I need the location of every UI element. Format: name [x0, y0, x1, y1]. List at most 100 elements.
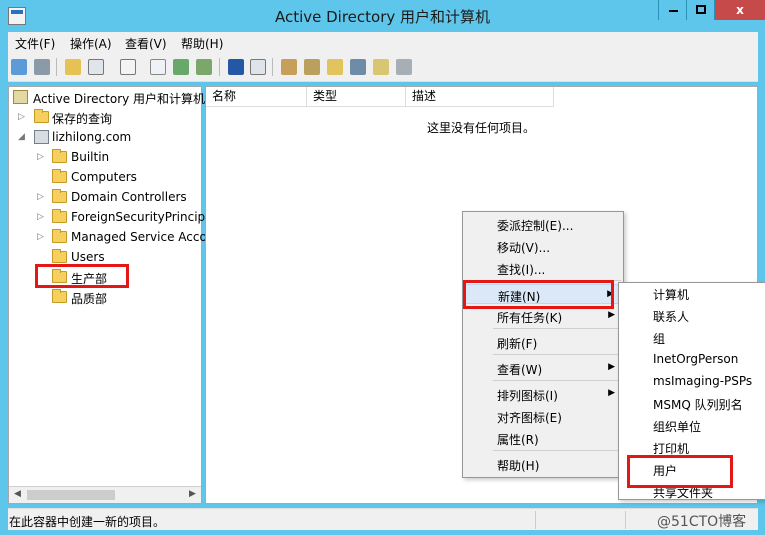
folder-icon	[52, 169, 67, 183]
submenu-item-computer[interactable]: 计算机	[653, 286, 689, 306]
properties-icon[interactable]	[150, 59, 166, 75]
folder-icon	[52, 149, 67, 163]
submenu-item-printer[interactable]: 打印机	[653, 440, 689, 460]
toolbar-separator	[219, 58, 220, 76]
submenu-arrow-icon: ▶	[608, 388, 615, 398]
submenu-item-contact[interactable]: 联系人	[653, 308, 689, 328]
menu-item-delegate[interactable]: 委派控制(E)...	[463, 214, 623, 234]
close-button[interactable]: x	[714, 0, 765, 20]
scroll-thumb[interactable]	[27, 490, 115, 500]
title-bar: Active Directory 用户和计算机 x	[0, 0, 765, 32]
show-tree-icon[interactable]	[88, 59, 104, 75]
folder-icon	[52, 209, 67, 223]
menu-item-all-tasks[interactable]: 所有任务(K) ▶	[463, 306, 623, 326]
menu-item-help[interactable]: 帮助(H)	[463, 454, 623, 474]
expand-icon[interactable]: ▷	[37, 152, 45, 162]
menu-item-new[interactable]: 新建(N) ▶	[463, 284, 623, 304]
menu-separator	[493, 328, 621, 329]
submenu-item-inetorgperson[interactable]: InetOrgPerson	[653, 352, 738, 372]
menu-separator	[493, 280, 621, 281]
column-header-type[interactable]: 类型	[307, 87, 406, 107]
watermark: @51CTO博客	[657, 514, 747, 530]
submenu-item-ou[interactable]: 组织单位	[653, 418, 701, 438]
window-title: Active Directory 用户和计算机	[274, 8, 491, 26]
close-icon: x	[736, 3, 744, 17]
export-icon[interactable]	[196, 59, 212, 75]
new-user-icon[interactable]	[281, 59, 297, 75]
tree-label: Builtin	[71, 150, 110, 164]
folder-icon	[34, 109, 49, 123]
tree-label: Active Directory 用户和计算机	[33, 92, 206, 106]
help-icon[interactable]	[228, 59, 244, 75]
menu-separator	[493, 450, 621, 451]
menu-view[interactable]: 查看(V)	[125, 35, 167, 52]
tree-label: 保存的查询	[52, 112, 113, 126]
expand-icon[interactable]: ▷	[37, 232, 45, 242]
tree-pane: Active Directory 用户和计算机 ▷ 保存的查询 ◢ lizhil…	[8, 86, 213, 504]
new-group-icon[interactable]	[304, 59, 320, 75]
toolbar-separator	[272, 58, 273, 76]
column-header-description[interactable]: 描述	[406, 87, 554, 107]
column-header-name[interactable]: 名称	[206, 87, 307, 107]
forward-icon[interactable]	[34, 59, 50, 75]
status-segment	[535, 511, 625, 529]
status-text: 在此容器中创建一新的项目。	[9, 515, 166, 529]
menu-bar: 文件(F) 操作(A) 查看(V) 帮助(H)	[8, 32, 758, 52]
view-icon[interactable]	[250, 59, 266, 75]
submenu-item-shared-folder[interactable]: 共享文件夹	[653, 484, 713, 504]
menu-item-view[interactable]: 查看(W) ▶	[463, 358, 623, 378]
minimize-icon	[669, 10, 678, 12]
ad-icon	[13, 90, 28, 104]
submenu-item-msmq[interactable]: MSMQ 队列别名	[653, 396, 743, 416]
menu-help[interactable]: 帮助(H)	[181, 35, 223, 52]
status-bar: 在此容器中创建一新的项目。	[8, 508, 758, 530]
toolbar	[8, 52, 758, 82]
tree-label: Computers	[71, 170, 137, 184]
collapse-icon[interactable]: ◢	[18, 132, 26, 142]
up-folder-icon[interactable]	[65, 59, 81, 75]
menu-item-find[interactable]: 查找(I)...	[463, 258, 623, 278]
expand-icon[interactable]: ▷	[37, 212, 45, 222]
tree-label: 生产部	[71, 272, 108, 286]
refresh-icon[interactable]	[173, 59, 189, 75]
submenu-item-group[interactable]: 组	[653, 330, 665, 350]
menu-item-move[interactable]: 移动(V)...	[463, 236, 623, 256]
menu-separator	[493, 380, 621, 381]
menu-item-arrange-icons[interactable]: 排列图标(I) ▶	[463, 384, 623, 404]
maximize-button[interactable]	[686, 0, 714, 20]
add-to-group-icon[interactable]	[373, 59, 389, 75]
toolbar-separator	[56, 58, 57, 76]
tree-label: Domain Controllers	[71, 190, 187, 204]
back-icon[interactable]	[11, 59, 27, 75]
empty-list-message: 这里没有任何项目。	[427, 121, 536, 135]
folder-icon	[52, 229, 67, 243]
tree-label: 品质部	[71, 292, 108, 306]
menu-item-refresh[interactable]: 刷新(F)	[463, 332, 623, 352]
ou-folder-icon	[52, 289, 67, 303]
scroll-left-icon[interactable]: ◀	[11, 488, 24, 501]
folder-icon	[52, 249, 67, 263]
horizontal-scrollbar[interactable]: ◀ ▶	[9, 486, 201, 503]
submenu-item-msimaging[interactable]: msImaging-PSPs	[653, 374, 752, 394]
new-ou-icon[interactable]	[327, 59, 343, 75]
submenu-arrow-icon: ▶	[608, 362, 615, 372]
minimize-button[interactable]	[658, 0, 686, 20]
menu-separator	[493, 354, 621, 355]
submenu-item-user[interactable]: 用户	[653, 462, 677, 482]
submenu-arrow-icon: ▶	[607, 289, 614, 299]
tree-label: Managed Service Acco	[71, 230, 207, 244]
expand-icon[interactable]: ▷	[37, 192, 45, 202]
maximize-icon	[696, 5, 706, 14]
tree-label: ForeignSecurityPrincipa	[71, 210, 213, 224]
copy-icon[interactable]	[120, 59, 136, 75]
scroll-right-icon[interactable]: ▶	[186, 488, 199, 501]
menu-file[interactable]: 文件(F)	[15, 35, 55, 52]
submenu-arrow-icon: ▶	[608, 310, 615, 320]
expand-icon[interactable]: ▷	[18, 112, 26, 122]
menu-item-line-up-icons[interactable]: 对齐图标(E)	[463, 406, 623, 426]
filter-icon[interactable]	[350, 59, 366, 75]
domain-icon	[34, 130, 49, 144]
delegate-icon[interactable]	[396, 59, 412, 75]
menu-item-properties[interactable]: 属性(R)	[463, 428, 623, 448]
menu-action[interactable]: 操作(A)	[70, 35, 112, 52]
